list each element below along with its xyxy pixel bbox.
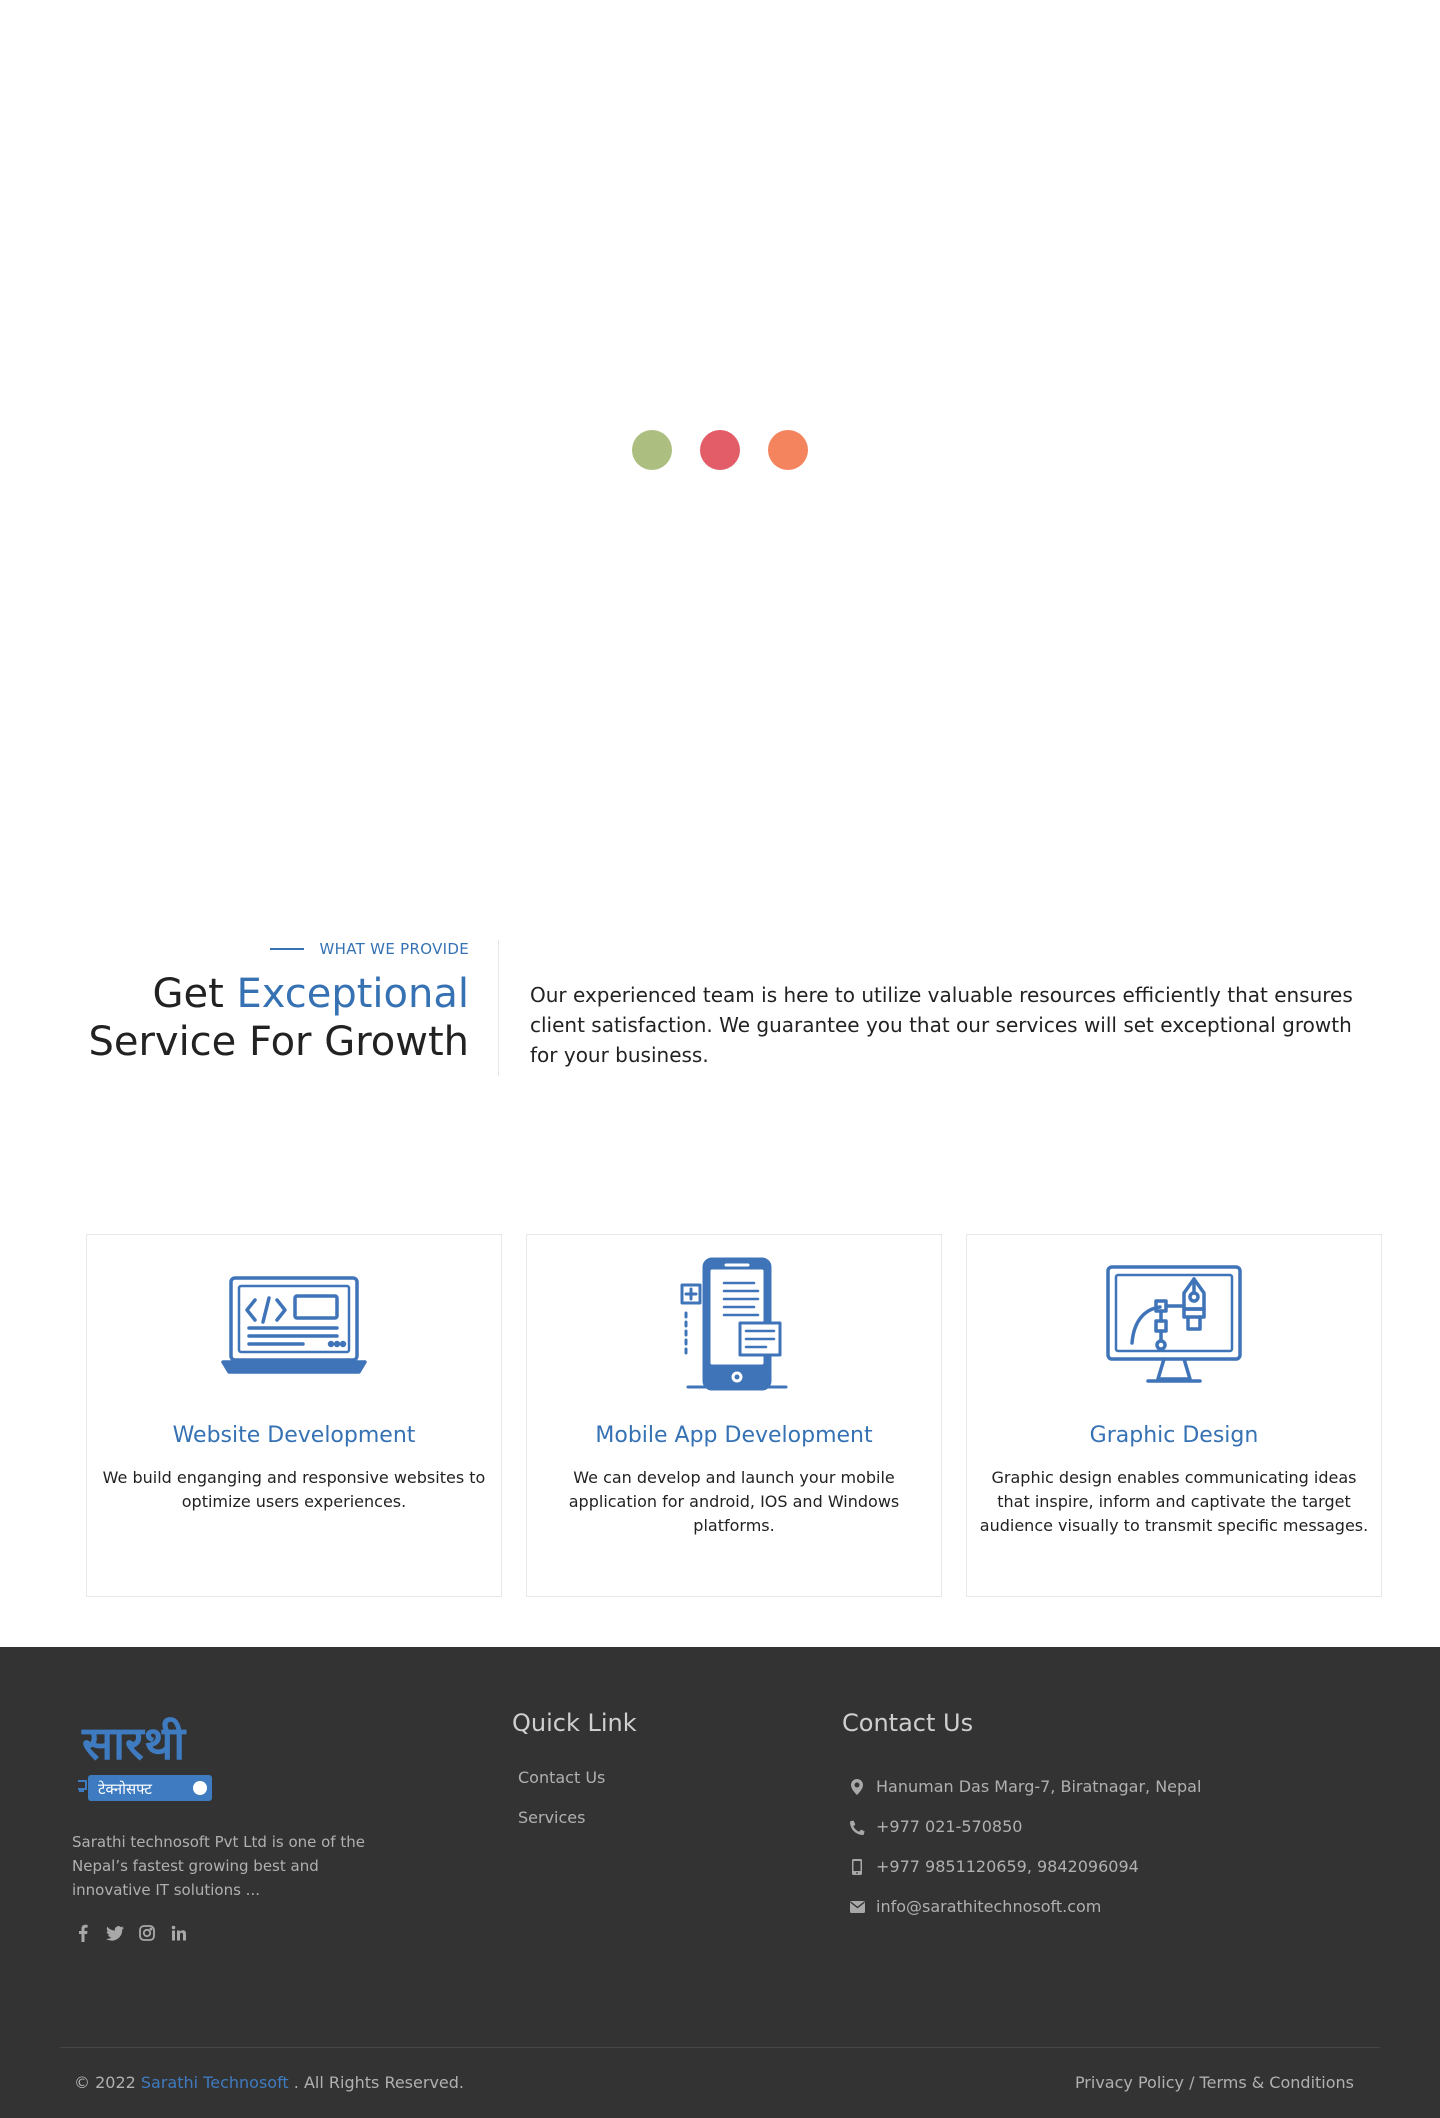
service-card-graphic[interactable]: Graphic Design Graphic design enables co… <box>966 1234 1382 1597</box>
section-heading: Get Exceptional Service For Growth <box>49 970 469 1066</box>
eyebrow-line <box>269 948 304 950</box>
loader-dot-red <box>700 430 740 470</box>
legal-links[interactable]: Privacy Policy / Terms & Conditions <box>1075 2073 1354 2092</box>
footer-about: Sarathi technosoft Pvt Ltd is one of the… <box>72 1833 365 1899</box>
loader-dot-orange <box>768 430 808 470</box>
service-card-mobile[interactable]: Mobile App Development We can develop an… <box>526 1234 942 1597</box>
social-links <box>74 1923 188 1943</box>
svg-text:सारथी: सारथी <box>81 1716 187 1770</box>
services-intro: WHAT WE PROVIDE Get Exceptional Service … <box>0 940 1440 1080</box>
service-desc: We build enganging and responsive websit… <box>102 1468 486 1511</box>
linkedin-icon[interactable] <box>170 1923 188 1943</box>
service-card-website[interactable]: Website Development We build enganging a… <box>86 1234 502 1597</box>
footer-divider <box>60 2047 1380 2048</box>
twitter-icon[interactable] <box>106 1923 124 1943</box>
service-title: Website Development <box>172 1423 416 1448</box>
service-title: Graphic Design <box>1089 1423 1259 1448</box>
contact-phone-text: +977 021-570850 <box>876 1817 1023 1836</box>
map-marker-icon <box>846 1779 868 1795</box>
facebook-icon[interactable] <box>74 1923 92 1943</box>
section-eyebrow: WHAT WE PROVIDE <box>49 940 469 958</box>
service-desc: Graphic design enables communicating ide… <box>979 1468 1369 1535</box>
contact-heading: Contact Us <box>842 1709 974 1737</box>
service-title: Mobile App Development <box>595 1423 873 1448</box>
copyright-prefix: © 2022 <box>74 2073 141 2092</box>
eyebrow-text: WHAT WE PROVIDE <box>319 940 469 958</box>
laptop-code-icon <box>87 1257 501 1393</box>
contact-info: Contact Us Hanuman Das Marg-7, Biratnaga… <box>842 1709 1201 1927</box>
quick-links-list: Contact Us Services <box>512 1767 637 1847</box>
contact-mobile[interactable]: +977 9851120659, 9842096094 <box>842 1847 1201 1887</box>
phone-icon <box>846 1820 868 1835</box>
graphic-design-icon <box>967 1257 1381 1393</box>
intro-heading-block: WHAT WE PROVIDE Get Exceptional Service … <box>49 940 469 1066</box>
envelope-icon <box>846 1901 868 1913</box>
contact-address-text: Hanuman Das Marg-7, Biratnagar, Nepal <box>876 1777 1202 1796</box>
loading-indicator <box>632 430 808 470</box>
quick-link-contact[interactable]: Contact Us <box>518 1767 637 1807</box>
contact-mobile-text: +977 9851120659, 9842096094 <box>876 1857 1139 1876</box>
service-desc: We can develop and launch your mobile ap… <box>568 1468 900 1535</box>
mobile-app-icon <box>527 1257 941 1393</box>
contact-email-text: info@sarathitechnosoft.com <box>876 1897 1102 1916</box>
loader-dot-green <box>632 430 672 470</box>
contact-phone[interactable]: +977 021-570850 <box>842 1807 1201 1847</box>
instagram-icon[interactable] <box>138 1923 156 1943</box>
quick-link-services[interactable]: Services <box>518 1807 637 1847</box>
copyright: © 2022 Sarathi Technosoft . All Rights R… <box>74 2073 464 2092</box>
svg-text:टेक्नोसफ्ट: टेक्नोसफ्ट <box>98 1780 152 1798</box>
copyright-brand-link[interactable]: Sarathi Technosoft <box>141 2073 289 2092</box>
contact-email[interactable]: info@sarathitechnosoft.com <box>842 1887 1201 1927</box>
copyright-suffix: . All Rights Reserved. <box>288 2073 464 2092</box>
service-cards: Website Development We build enganging a… <box>86 1234 1382 1597</box>
contact-list: Hanuman Das Marg-7, Biratnagar, Nepal +9… <box>842 1767 1201 1927</box>
company-logo[interactable]: सारथी टेक्नोसफ्ट <box>75 1711 223 1803</box>
quick-links: Quick Link Contact Us Services <box>512 1709 637 1847</box>
heading-accent: Exceptional <box>236 971 469 1017</box>
site-footer: सारथी टेक्नोसफ्ट Sarathi technosoft Pvt … <box>0 1647 1440 2118</box>
quick-links-heading: Quick Link <box>512 1709 637 1737</box>
contact-address: Hanuman Das Marg-7, Biratnagar, Nepal <box>842 1767 1201 1807</box>
mobile-phone-icon <box>846 1859 868 1875</box>
heading-line2: Service For Growth <box>88 1019 469 1065</box>
intro-text: Our experienced team is here to utilize … <box>530 983 1353 1067</box>
intro-divider <box>498 940 499 1076</box>
page: WHAT WE PROVIDE Get Exceptional Service … <box>0 0 1440 2118</box>
heading-prefix: Get <box>152 971 237 1017</box>
